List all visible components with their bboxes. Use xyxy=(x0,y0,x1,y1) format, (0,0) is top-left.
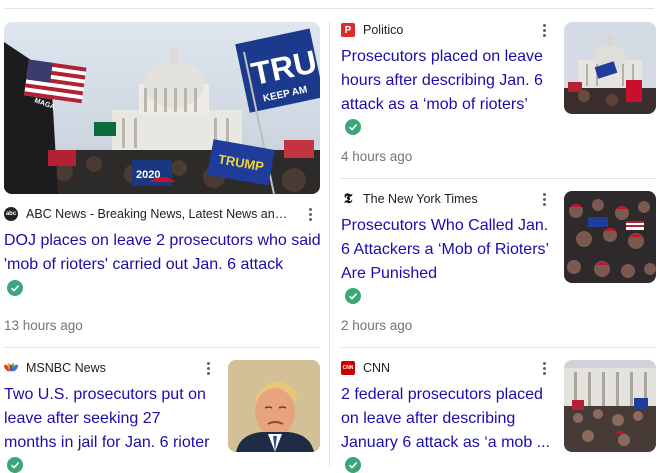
headline-line: hours after describing Jan. 6 xyxy=(341,72,543,89)
source-name: Politico xyxy=(363,23,404,37)
more-options-button[interactable] xyxy=(538,359,550,377)
rioters-crowd-image xyxy=(564,191,656,283)
headline-line: Are Punished xyxy=(341,265,438,282)
more-options-button[interactable] xyxy=(538,190,550,208)
more-options-button[interactable] xyxy=(202,359,214,377)
source-name: ABC News - Breaking News, Latest News an… xyxy=(26,207,294,221)
headline-line: Prosecutors placed on leave xyxy=(341,48,543,65)
card-divider xyxy=(341,178,656,179)
capitol-steps-crowd-image xyxy=(564,360,656,452)
article-thumbnail[interactable] xyxy=(564,360,656,452)
article-source: 𝕿 The New York Times xyxy=(341,190,541,208)
verified-check-icon xyxy=(345,457,361,473)
article-time: 2 hours ago xyxy=(341,318,413,333)
headline-line: months in jail for Jan. 6 rioter xyxy=(4,434,210,451)
more-options-button[interactable] xyxy=(304,205,316,223)
headline-line: Two U.S. prosecutors put on xyxy=(4,386,206,403)
source-name: CNN xyxy=(363,361,391,375)
article-headline[interactable]: Prosecutors Who Called Jan. 6 Attackers … xyxy=(341,214,561,286)
headline-line: leave after seeking 27 xyxy=(4,410,161,427)
more-options-button[interactable] xyxy=(538,21,550,39)
article-headline[interactable]: Prosecutors placed on leave hours after … xyxy=(341,45,557,117)
article-source: P Politico xyxy=(341,21,531,39)
card-divider xyxy=(341,347,656,348)
article-source: MSNBC News xyxy=(4,359,194,377)
article-thumbnail[interactable] xyxy=(564,191,656,283)
verified-check-icon xyxy=(7,457,23,473)
headline-line: January 6 attack as ‘a mob ... xyxy=(341,434,550,451)
verified-check-icon xyxy=(345,119,361,135)
capitol-rally-flags-image: TRU KEEP AM TRUMP 2020 MAGA xyxy=(4,22,320,194)
verified-check-icon xyxy=(345,288,361,304)
headline-line: attack as a ‘mob of rioters’ xyxy=(341,96,528,113)
capitol-crowd-image xyxy=(564,22,656,114)
article-thumbnail[interactable]: TRU KEEP AM TRUMP 2020 MAGA xyxy=(4,22,320,194)
article-thumbnail[interactable] xyxy=(564,22,656,114)
headline-line: 6 Attackers a ‘Mob of Rioters’ xyxy=(341,241,550,258)
card-divider xyxy=(4,347,320,348)
headline-line: on leave after describing xyxy=(341,410,516,427)
politico-logo-icon: P xyxy=(341,23,355,37)
abc-news-logo-icon: abc xyxy=(4,207,18,221)
trump-portrait-image xyxy=(228,360,320,452)
article-headline[interactable]: Two U.S. prosecutors put on leave after … xyxy=(4,383,222,455)
headline-line: 2 federal prosecutors placed xyxy=(341,386,543,403)
top-divider xyxy=(4,8,654,9)
nytimes-logo-icon: 𝕿 xyxy=(343,191,353,207)
article-thumbnail[interactable] xyxy=(228,360,320,452)
verified-check-icon xyxy=(7,280,23,296)
headline-line: DOJ places on leave 2 prosecutors who sa… xyxy=(4,232,321,249)
article-time: 4 hours ago xyxy=(341,149,413,164)
headline-line: Prosecutors Who Called Jan. xyxy=(341,217,549,234)
article-source: CNN CNN xyxy=(341,359,531,377)
column-divider xyxy=(329,22,330,467)
cnn-logo-icon: CNN xyxy=(341,361,355,375)
headline-line: 'mob of rioters' carried out Jan. 6 atta… xyxy=(4,256,284,273)
article-source: abc ABC News - Breaking News, Latest New… xyxy=(4,205,294,223)
source-name: MSNBC News xyxy=(26,361,106,375)
article-headline[interactable]: 2 federal prosecutors placed on leave af… xyxy=(341,383,557,455)
article-time: 13 hours ago xyxy=(4,318,83,333)
source-name: The New York Times xyxy=(363,192,478,206)
article-headline[interactable]: DOJ places on leave 2 prosecutors who sa… xyxy=(4,229,328,277)
msnbc-peacock-logo-icon xyxy=(4,361,18,375)
